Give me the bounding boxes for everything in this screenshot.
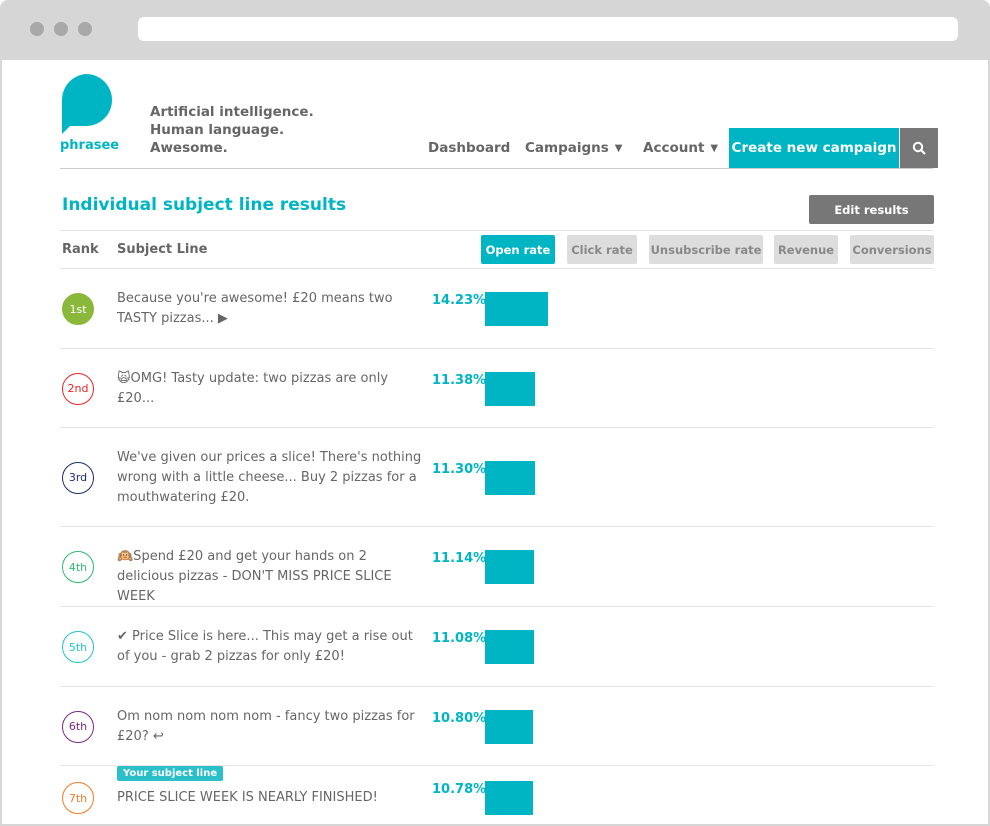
tab-unsubscribe-rate[interactable]: Unsubscribe rate xyxy=(649,235,763,264)
rank-badge: 1st xyxy=(62,293,94,325)
tab-conversions[interactable]: Conversions xyxy=(850,235,934,264)
rank-badge: 7th xyxy=(62,782,94,814)
open-rate-value: 11.08% xyxy=(432,631,487,646)
subject-line-text: 🙀OMG! Tasty update: two pizzas are only … xyxy=(117,370,389,406)
chevron-down-icon: ▼ xyxy=(710,142,719,154)
page-title: Individual subject line results xyxy=(62,195,347,215)
search-button[interactable] xyxy=(900,128,938,168)
open-rate-value: 10.80% xyxy=(432,710,487,726)
open-rate-value: 11.14% xyxy=(432,551,487,566)
open-rate-bar xyxy=(485,781,533,815)
open-rate-value: 11.38% xyxy=(432,372,487,388)
rank-badge: 2nd xyxy=(62,372,94,405)
create-campaign-button[interactable]: Create new campaign xyxy=(729,128,899,168)
divider xyxy=(60,230,933,231)
edit-results-button[interactable]: Edit results xyxy=(809,195,934,224)
header-divider xyxy=(60,168,933,169)
browser-chrome xyxy=(2,2,988,60)
table-row: 5th ✔ Price Slice is here... This may get… xyxy=(60,606,934,686)
open-rate-bar xyxy=(485,709,533,744)
chevron-down-icon: ▼ xyxy=(614,142,623,154)
nav-account-label: Account xyxy=(643,140,705,156)
rank-badge: 3rd xyxy=(62,461,94,494)
open-rate-bar xyxy=(485,292,548,326)
table-row: 4th 🙉Spend £20 and get your hands on 2 de… xyxy=(60,526,934,606)
subject-line-text: Om nom nom nom nom - fancy two pizzas fo… xyxy=(117,708,415,744)
subject-line-header: Subject Line xyxy=(117,242,208,257)
phrasee-logo[interactable]: phrasee xyxy=(60,74,119,153)
rank-badge: 4th xyxy=(62,551,94,583)
rank-badge: 5th xyxy=(62,631,94,663)
table-row: 6th Om nom nom nom nom - fancy two pizzas… xyxy=(60,686,934,765)
search-icon xyxy=(912,141,926,155)
tagline: Artificial intelligence. Human language.… xyxy=(150,103,314,157)
table-row: 2nd 🙀OMG! Tasty update: two pizzas are on… xyxy=(60,348,934,427)
open-rate-bar xyxy=(485,460,535,495)
tagline-line: Artificial intelligence. xyxy=(150,104,314,120)
nav-account[interactable]: Account ▼ xyxy=(643,128,718,168)
table-row: 7th Your subject line PRICE SLICE WEEK IS … xyxy=(60,765,934,824)
subject-line-text: Because you're awesome! £20 means two TA… xyxy=(117,291,393,326)
open-rate-bar xyxy=(485,371,535,406)
rank-header: Rank xyxy=(62,242,99,257)
subject-line-text: 🙉Spend £20 and get your hands on 2 delic… xyxy=(117,549,392,604)
browser-window: phrasee Artificial intelligence. Human l… xyxy=(0,0,990,826)
tab-revenue[interactable]: Revenue xyxy=(774,235,838,264)
rank-badge: 6th xyxy=(62,710,94,743)
tab-open-rate[interactable]: Open rate xyxy=(481,235,555,264)
subject-line-text: We've given our prices a slice! There's … xyxy=(117,449,422,505)
table-row: 1st Because you're awesome! £20 means two… xyxy=(60,268,934,348)
open-rate-bar xyxy=(485,630,534,664)
nav-dashboard[interactable]: Dashboard xyxy=(428,128,510,168)
window-minimize-dot[interactable] xyxy=(54,22,68,36)
address-bar[interactable] xyxy=(138,17,958,41)
nav-campaigns-label: Campaigns xyxy=(525,140,609,156)
window-maximize-dot[interactable] xyxy=(78,22,92,36)
table-row: 3rd We've given our prices a slice! There… xyxy=(60,427,934,526)
subject-line-text: ✔ Price Slice is here... This may get a … xyxy=(117,629,413,664)
open-rate-value: 10.78% xyxy=(432,782,487,797)
window-close-dot[interactable] xyxy=(30,22,44,36)
your-subject-line-badge: Your subject line xyxy=(117,766,224,781)
open-rate-bar xyxy=(485,550,534,584)
logo-text: phrasee xyxy=(60,138,120,153)
tagline-line: Awesome. xyxy=(150,140,228,156)
tab-click-rate[interactable]: Click rate xyxy=(567,235,637,264)
subject-line-text: PRICE SLICE WEEK IS NEARLY FINISHED! xyxy=(117,790,378,805)
nav-campaigns[interactable]: Campaigns ▼ xyxy=(525,128,623,168)
open-rate-value: 14.23% xyxy=(432,293,487,308)
logo-bubble-icon xyxy=(61,74,112,134)
nav-dashboard-label: Dashboard xyxy=(428,140,511,156)
tagline-line: Human language. xyxy=(150,122,285,138)
open-rate-value: 11.30% xyxy=(432,461,487,477)
